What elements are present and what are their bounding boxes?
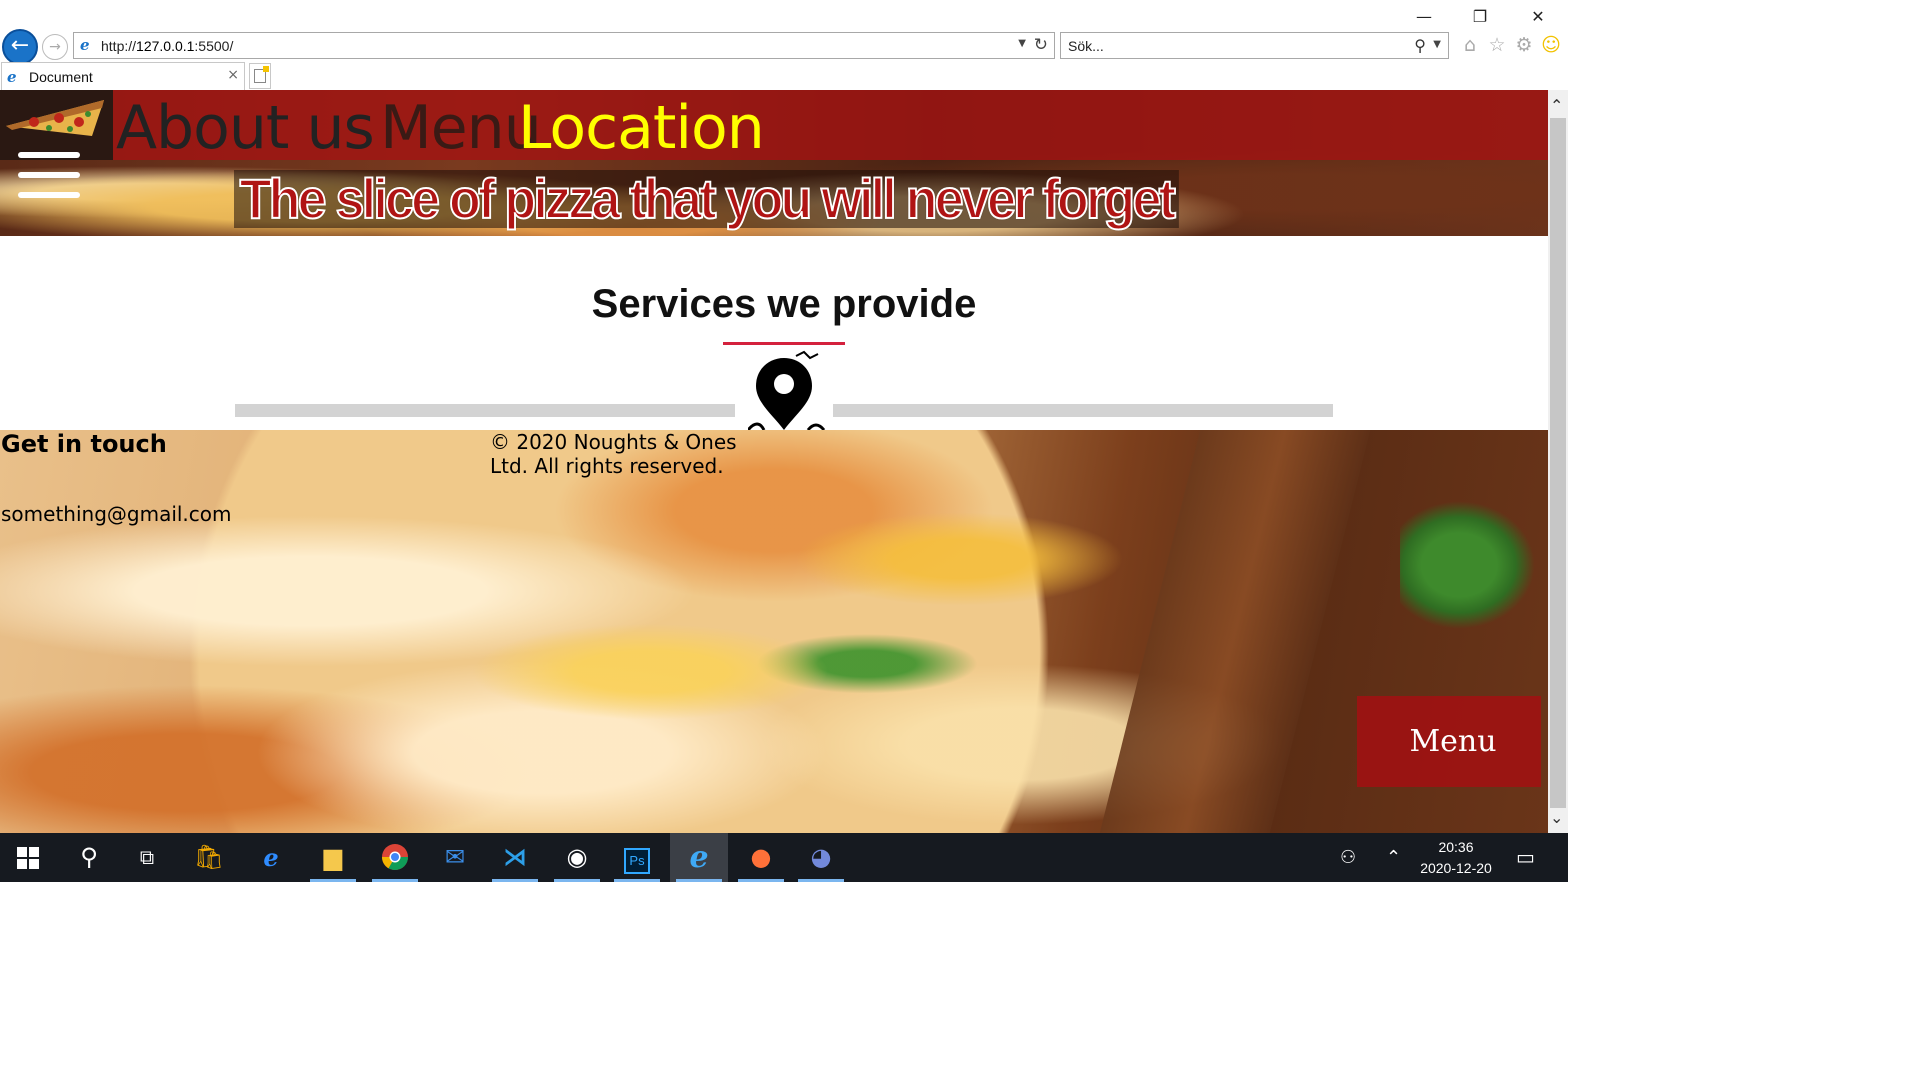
hamburger-menu-icon[interactable] (18, 152, 80, 200)
photoshop-icon[interactable]: Ps (608, 833, 666, 882)
footer: Get in touch something@gmail.com © 2020 … (0, 430, 1548, 833)
footer-heading: Get in touch (1, 430, 167, 458)
nav-menu[interactable]: Menu (380, 93, 542, 163)
wooden-board-decoration (1099, 430, 1371, 833)
tab-close-icon[interactable]: × (227, 67, 239, 83)
search-dropdown-icon[interactable]: ▼ (1433, 39, 1441, 50)
divider-left (235, 404, 735, 417)
chrome-icon[interactable] (366, 833, 424, 882)
search-taskbar-icon[interactable]: ⚲ (60, 833, 118, 882)
github-desktop-icon[interactable]: ◉ (548, 833, 606, 882)
people-icon[interactable]: ⚇ (1340, 833, 1356, 882)
url-scheme: http:// (101, 38, 137, 54)
scroll-down-icon[interactable]: ⌄ (1550, 808, 1563, 827)
settings-gear-icon[interactable]: ⚙ (1513, 34, 1535, 56)
notifications-icon[interactable]: ▭ (1516, 833, 1535, 882)
minimize-button[interactable]: — (1410, 6, 1438, 28)
address-url[interactable]: http://127.0.0.1:5500/ (101, 38, 233, 54)
clock[interactable]: 20:36 2020-12-20 (1408, 837, 1504, 879)
forward-button[interactable]: → (42, 34, 68, 60)
nav-location[interactable]: Location (518, 93, 765, 163)
new-tab-icon (254, 66, 269, 83)
scroll-thumb[interactable] (1550, 118, 1566, 808)
divider-right (833, 404, 1333, 417)
search-input[interactable]: Sök... (1068, 38, 1104, 54)
close-window-button[interactable]: ✕ (1524, 6, 1552, 28)
windows-logo-icon (17, 847, 39, 869)
location-pin-icon (748, 350, 826, 431)
ie-page-icon: e (80, 36, 90, 54)
new-tab-button[interactable] (249, 63, 271, 89)
logo[interactable] (0, 90, 113, 160)
title-underline (723, 342, 845, 345)
address-bar[interactable]: e http://127.0.0.1:5500/ ▼ ↻ (73, 32, 1055, 59)
internet-explorer-icon[interactable]: e (670, 833, 728, 882)
browser-chrome: — ❐ ✕ ← → e http://127.0.0.1:5500/ ▼ ↻ S… (0, 0, 1568, 90)
vertical-scrollbar[interactable]: ⌃ ⌄ (1548, 90, 1568, 833)
edge-icon[interactable]: e (242, 833, 300, 882)
discord-icon[interactable]: ◕ (792, 833, 850, 882)
address-dropdown-icon[interactable]: ▼ (1018, 38, 1026, 49)
home-icon[interactable]: ⌂ (1459, 34, 1481, 56)
herb-decoration (1400, 490, 1548, 640)
tab-title: Document (29, 69, 93, 85)
vscode-icon[interactable]: ⋊ (486, 833, 544, 882)
footer-copyright: © 2020 Noughts & Ones Ltd. All rights re… (490, 430, 737, 478)
scroll-up-icon[interactable]: ⌃ (1550, 96, 1563, 115)
ie-tab-icon: e (7, 68, 17, 86)
task-view-icon[interactable]: ⧉ (118, 833, 176, 882)
url-host: 127.0.0.1 (136, 38, 195, 54)
nav-about-us[interactable]: About us (116, 93, 375, 163)
search-box[interactable]: Sök... ⚲ ▼ (1060, 32, 1449, 59)
menu-button[interactable]: Menu (1357, 696, 1541, 787)
clock-time: 20:36 (1438, 839, 1474, 855)
back-button[interactable]: ← (2, 29, 38, 65)
taskbar: ⚲ ⧉ 🛍 e ▆ ✉ ⋊ ◉ Ps e ● ◕ ⚇ ⌃ 20:36 2020-… (0, 833, 1568, 882)
search-icon[interactable]: ⚲ (1414, 36, 1426, 55)
feedback-smiley-icon[interactable]: ☺ (1540, 34, 1562, 56)
page-viewport: About us Menu Location The slice of pizz… (0, 90, 1548, 833)
favorites-star-icon[interactable]: ☆ (1486, 34, 1508, 56)
clock-date: 2020-12-20 (1420, 860, 1492, 876)
file-explorer-icon[interactable]: ▆ (304, 833, 362, 882)
tray-expand-chevron-icon[interactable]: ⌃ (1386, 833, 1401, 882)
refresh-icon[interactable]: ↻ (1034, 35, 1048, 55)
tab-document[interactable]: e Document × (1, 62, 245, 90)
restore-button[interactable]: ❐ (1466, 6, 1494, 28)
hero-banner: About us Menu Location The slice of pizz… (0, 90, 1548, 236)
firefox-icon[interactable]: ● (732, 833, 790, 882)
windows-start-button[interactable] (0, 833, 58, 882)
chrome-logo-icon (381, 844, 409, 871)
footer-email[interactable]: something@gmail.com (1, 502, 232, 526)
url-path: :5500/ (194, 38, 234, 54)
mail-icon[interactable]: ✉ (426, 833, 484, 882)
microsoft-store-icon[interactable]: 🛍 (180, 833, 238, 882)
tagline: The slice of pizza that you will never f… (234, 169, 1179, 229)
services-title: Services we provide (591, 282, 977, 326)
pizza-slice-logo-icon (6, 100, 104, 136)
